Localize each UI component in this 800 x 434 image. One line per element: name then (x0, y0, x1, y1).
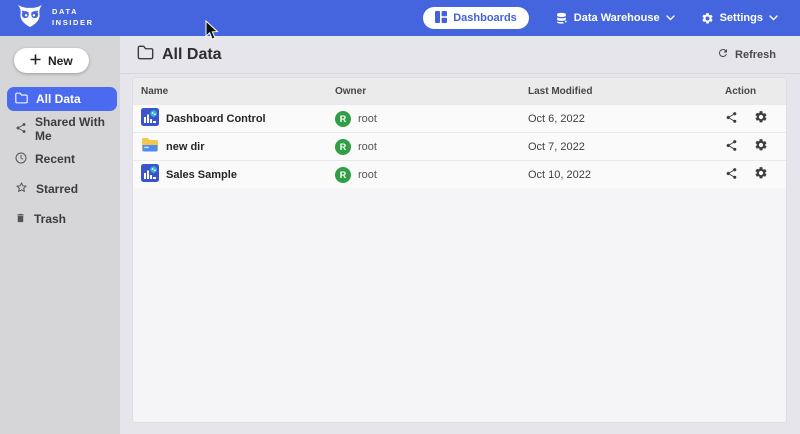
brand-line1: DATA (52, 7, 94, 18)
star-icon (15, 181, 28, 197)
owner-name: root (358, 141, 377, 153)
file-name[interactable]: Sales Sample (166, 169, 237, 181)
refresh-label: Refresh (735, 49, 776, 61)
page-title: All Data (162, 46, 222, 64)
settings-menu[interactable]: Settings (701, 12, 778, 25)
settings-label: Settings (720, 12, 763, 24)
folder-file-icon (141, 137, 159, 156)
column-header-owner: Owner (335, 86, 528, 97)
plus-icon (30, 54, 41, 68)
dashboards-label: Dashboards (453, 12, 517, 24)
brand-logo: DATA INSIDER (16, 4, 94, 33)
gear-icon[interactable] (754, 138, 768, 155)
sidebar-item-label: Shared With Me (35, 115, 109, 143)
data-warehouse-menu[interactable]: Data Warehouse (555, 12, 675, 25)
data-warehouse-label: Data Warehouse (574, 12, 660, 24)
last-modified-date: Oct 10, 2022 (528, 169, 725, 181)
column-header-action: Action (725, 86, 786, 97)
file-table-card: Name Owner Last Modified Action (133, 78, 786, 422)
owner-name: root (358, 169, 377, 181)
share-icon (15, 122, 27, 137)
chevron-down-icon (666, 15, 675, 21)
sidebar-item-trash[interactable]: Trash (7, 207, 117, 231)
table-row[interactable]: new dir R root Oct 7, 2022 (133, 132, 786, 160)
owner-avatar: R (335, 111, 351, 127)
file-name[interactable]: new dir (166, 141, 205, 153)
new-button-label: New (48, 54, 73, 68)
chevron-down-icon (769, 15, 778, 21)
column-header-last-modified: Last Modified (528, 86, 725, 97)
sidebar-item-shared-with-me[interactable]: Shared With Me (7, 117, 117, 141)
share-icon[interactable] (725, 167, 738, 183)
gear-icon (701, 12, 714, 25)
main-area: All Data Refresh Name Owner Last Modifie… (120, 36, 800, 434)
dashboard-grid-icon (435, 11, 447, 26)
top-navbar: DATA INSIDER Dashboards Data Warehouse (0, 0, 800, 36)
owner-avatar: R (335, 139, 351, 155)
sidebar-item-recent[interactable]: Recent (7, 147, 117, 171)
page-header: All Data Refresh (120, 36, 800, 74)
share-icon[interactable] (725, 111, 738, 127)
gear-icon[interactable] (754, 110, 768, 127)
file-name[interactable]: Dashboard Control (166, 113, 266, 125)
owl-logo-icon (16, 4, 44, 33)
sidebar: New All Data Shared With Me Recent (0, 36, 120, 434)
folder-outline-icon (137, 45, 154, 65)
sidebar-item-label: Trash (34, 212, 66, 226)
chart-file-icon (141, 108, 159, 129)
last-modified-date: Oct 6, 2022 (528, 113, 725, 125)
owner-avatar: R (335, 167, 351, 183)
share-icon[interactable] (725, 139, 738, 155)
sidebar-item-all-data[interactable]: All Data (7, 87, 117, 111)
sidebar-item-label: Recent (35, 152, 75, 166)
brand-line2: INSIDER (52, 18, 94, 29)
table-row[interactable]: Sales Sample R root Oct 10, 2022 (133, 160, 786, 188)
trash-icon (15, 212, 26, 227)
clock-icon (15, 152, 27, 167)
gear-icon[interactable] (754, 166, 768, 183)
folder-icon (15, 92, 28, 107)
table-row[interactable]: Dashboard Control R root Oct 6, 2022 (133, 104, 786, 132)
refresh-icon (717, 47, 729, 62)
table-header-row: Name Owner Last Modified Action (133, 78, 786, 104)
refresh-button[interactable]: Refresh (717, 47, 776, 62)
column-header-name: Name (133, 86, 335, 97)
dashboards-button[interactable]: Dashboards (423, 7, 529, 29)
database-icon (555, 12, 568, 25)
new-button[interactable]: New (14, 48, 89, 73)
last-modified-date: Oct 7, 2022 (528, 141, 725, 153)
chart-file-icon (141, 164, 159, 185)
sidebar-item-starred[interactable]: Starred (7, 177, 117, 201)
sidebar-item-label: Starred (36, 182, 78, 196)
owner-name: root (358, 113, 377, 125)
sidebar-item-label: All Data (36, 92, 81, 106)
